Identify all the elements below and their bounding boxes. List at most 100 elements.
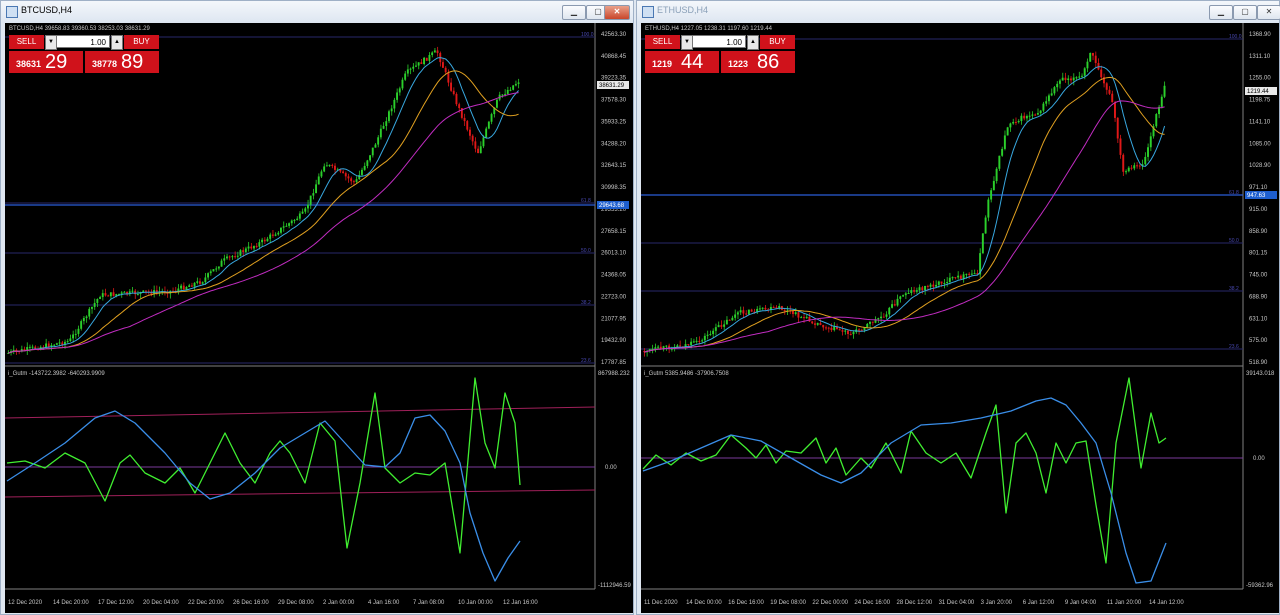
candle-body [946,282,949,284]
candle-body [833,326,836,331]
candle-body [101,293,104,298]
price-axis-label: 1368.90 [1249,32,1271,38]
sell-button[interactable]: SELL [9,35,44,49]
candle-body [736,312,739,315]
candle-body [838,329,841,331]
candle-body [415,65,417,67]
window-titlebar[interactable]: ETHUSD,H4 ▁ ▢ ✕ [637,1,1280,23]
candle-body [687,344,690,346]
candle-body [802,317,805,319]
eth-chart-window[interactable]: ETHUSD,H4 ▁ ▢ ✕ ETHUSD,H4 1227.05 1238.3… [636,0,1280,615]
candle-body [112,292,115,296]
candle-body [973,273,976,275]
volume-field[interactable]: 1.00 [56,35,110,48]
chart-area[interactable]: ETHUSD,H4 1227.05 1238.31 1197.60 1219.4… [641,23,1279,613]
candle-body [965,273,968,275]
candle-body [808,316,811,322]
candle-body [1094,55,1097,64]
indicator-label: i_Gutm 5385.9486 -37906.7508 [644,371,729,377]
candle-body [797,312,800,318]
candle-body [1072,77,1075,81]
candle-body [1025,116,1028,119]
time-axis-label: 19 Dec 08:00 [770,600,806,606]
candle-body [96,298,99,303]
volume-field[interactable]: 1.00 [692,35,746,48]
sell-price[interactable]: 38631 29 [9,51,83,73]
buy-button[interactable]: BUY [760,35,795,49]
candle-body [347,176,350,179]
candle-body [431,52,434,55]
candle-body [512,85,515,90]
candle-body [849,334,852,336]
candle-body [177,288,180,291]
candle-body [791,310,794,315]
candle-body [269,234,272,239]
candle-body [990,190,993,200]
candle-body [800,317,803,319]
price-axis-label: 22723.00 [601,294,627,300]
candle-body [902,295,904,297]
close-button[interactable]: ✕ [1257,5,1280,20]
candle-body [263,239,266,242]
candle-body [1089,52,1092,62]
price-axis-label: 915.00 [1249,207,1268,213]
candle-body [509,89,512,91]
sell-price[interactable]: 1219 44 [645,51,719,73]
price-axis-label: 19432.90 [601,338,627,344]
candle-body [1012,121,1015,124]
time-axis-label: 3 Jan 20:00 [981,600,1013,606]
fibonacci-level-label: 23.6 [1229,344,1239,350]
close-button[interactable]: ✕ [604,5,630,20]
buy-price[interactable]: 1223 86 [721,51,795,73]
candle-body [412,66,415,69]
buy-button[interactable]: BUY [124,35,159,49]
minimize-button[interactable]: ▁ [562,5,586,20]
candle-body [888,307,891,315]
indicator-max-label: 39143.018 [1246,371,1275,377]
buy-price[interactable]: 38778 89 [85,51,159,73]
candle-body [880,316,882,319]
candle-body [1075,77,1078,79]
oscillator-fast-line [642,377,1167,564]
candle-body [471,135,474,142]
candle-body [201,282,204,284]
candle-body [236,255,239,257]
candle-body [915,290,918,292]
minimize-button[interactable]: ▁ [1209,5,1233,20]
candle-body [142,290,145,293]
candle-body [91,306,93,309]
window-title: BTCUSD,H4 [21,5,73,15]
candle-body [717,325,720,328]
candle-body [957,275,960,278]
sell-price-minor: 44 [681,51,704,73]
volume-up-arrow-icon[interactable]: ▲ [747,35,759,50]
candle-body [331,164,334,166]
sell-button[interactable]: SELL [645,35,680,49]
btc-chart-window[interactable]: BTCUSD,H4 ▁ ▢ ✕ BTCUSD,H4 39658.83 39360… [0,0,634,615]
candle-body [207,273,209,278]
candle-body [61,342,64,345]
fibonacci-level-label: 38.2 [1229,286,1239,292]
chart-area[interactable]: BTCUSD,H4 39658.83 39360.53 38253.03 386… [5,23,633,613]
candle-body [1114,102,1116,118]
candle-body [463,117,466,122]
candle-body [396,92,398,100]
time-axis-label: 14 Dec 20:00 [53,600,89,606]
window-titlebar[interactable]: BTCUSD,H4 ▁ ▢ ✕ [1,1,633,23]
horizontal-line-price: 29643.68 [599,203,625,209]
candle-body [924,285,927,291]
volume-up-arrow-icon[interactable]: ▲ [111,35,123,50]
candle-body [921,287,924,291]
candle-body [745,313,748,315]
indicator-min-label: -1112946.59 [598,583,631,589]
chart-canvas[interactable]: ETHUSD,H4 1227.05 1238.31 1197.60 1219.4… [641,23,1279,613]
candle-body [1014,121,1017,123]
candle-body [182,285,185,290]
candle-body [998,155,1001,169]
chart-canvas[interactable]: BTCUSD,H4 39658.83 39360.53 38253.03 386… [5,23,633,613]
indicator-max-label: 867988.232 [598,371,630,377]
maximize-button[interactable]: ▢ [1233,5,1257,20]
price-axis-label: 34288.20 [601,141,627,147]
candle-body [811,321,814,324]
time-axis-label: 6 Jan 12:00 [1023,600,1055,606]
